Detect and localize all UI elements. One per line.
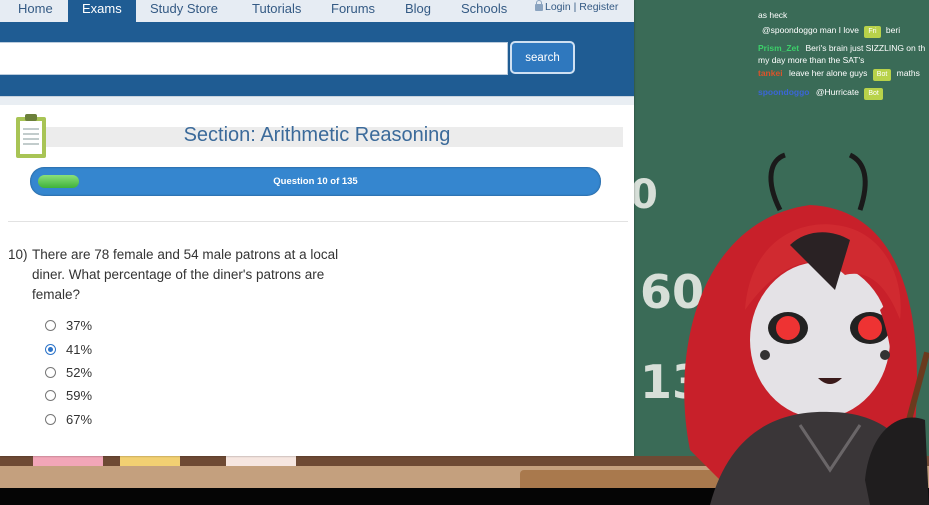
question-number: 10) — [8, 247, 28, 262]
chat-username: spoondoggo — [758, 87, 810, 97]
search-button[interactable]: search — [510, 41, 575, 74]
answer-label: 52% — [66, 365, 93, 380]
answer-label: 59% — [66, 388, 93, 403]
stream-chat: as heck @spoondoggo man I love Fri beri … — [758, 9, 929, 100]
nav-schools[interactable]: Schools — [461, 0, 507, 22]
chat-message: leave her alone guys — [788, 68, 868, 78]
register-link[interactable]: Register — [579, 1, 618, 13]
chat-message: as heck — [758, 10, 788, 20]
nav-exams[interactable]: Exams — [68, 0, 136, 22]
exam-website: Home Exams Study Store Tutorials Forums … — [0, 0, 634, 456]
chat-message: @Hurricate — [815, 87, 859, 97]
tray-item-yellow — [120, 456, 180, 466]
question-progress-bar: Question 10 of 135 — [30, 167, 601, 196]
answer-option[interactable]: 41% — [45, 342, 92, 362]
answer-option[interactable]: 37% — [45, 318, 92, 338]
vtuber-avatar — [684, 152, 929, 505]
auth-links: Login | Register — [535, 0, 618, 14]
chat-badge: Bot — [864, 88, 883, 100]
search-bar: search — [0, 22, 634, 96]
chat-username: tankei — [758, 68, 783, 78]
chat-line: Prism_Zet Beri's brain just SIZZLING on … — [758, 42, 929, 54]
radio-button[interactable] — [45, 320, 56, 332]
chat-username: Prism_Zet — [758, 43, 800, 53]
header-separator — [0, 96, 634, 105]
answer-label: 41% — [66, 342, 93, 357]
chat-line: @spoondoggo man I love Fri beri — [758, 24, 929, 38]
radio-button[interactable] — [45, 390, 56, 402]
nav-study-store[interactable]: Study Store — [150, 0, 218, 22]
radio-button[interactable] — [45, 414, 56, 426]
chat-message: my day more than the SAT's — [758, 55, 865, 65]
chat-line: as heck — [758, 9, 929, 21]
login-link[interactable]: Login — [545, 1, 571, 13]
nav-home[interactable]: Home — [18, 0, 53, 22]
radio-button-selected[interactable] — [45, 344, 56, 356]
answer-option[interactable]: 67% — [45, 412, 92, 432]
chat-message: @spoondoggo man I love — [762, 25, 859, 35]
answer-option[interactable]: 52% — [45, 365, 92, 385]
chat-line: tankei leave her alone guys Bot maths — [758, 67, 929, 81]
lock-icon — [535, 0, 543, 11]
top-navbar: Home Exams Study Store Tutorials Forums … — [0, 0, 634, 23]
divider — [8, 221, 628, 222]
radio-button[interactable] — [45, 367, 56, 379]
nav-tutorials[interactable]: Tutorials — [252, 0, 301, 22]
chat-line: spoondoggo @Hurricate Bot — [758, 86, 929, 100]
nav-blog[interactable]: Blog — [405, 0, 431, 22]
answer-label: 67% — [66, 412, 93, 427]
answer-option[interactable]: 59% — [45, 388, 92, 408]
tray-item-white — [226, 456, 296, 466]
answer-label: 37% — [66, 318, 93, 333]
chalk-text-1: 0 — [630, 172, 658, 218]
progress-label: Question 10 of 135 — [273, 176, 358, 187]
section-title: Section: Arithmetic Reasoning — [183, 124, 451, 146]
search-input[interactable] — [0, 42, 508, 75]
tray-item-pink — [33, 456, 103, 466]
question-text: There are 78 female and 54 male patrons … — [32, 247, 339, 302]
chat-message-tail: maths — [896, 68, 920, 78]
chat-line: my day more than the SAT's — [758, 54, 929, 66]
chat-message-tail: beri — [885, 25, 901, 35]
chat-message: Beri's brain just SIZZLING on th — [805, 43, 926, 53]
chat-badge: Fri — [864, 26, 881, 38]
chat-badge: Bot — [872, 69, 892, 81]
nav-forums[interactable]: Forums — [331, 0, 375, 22]
